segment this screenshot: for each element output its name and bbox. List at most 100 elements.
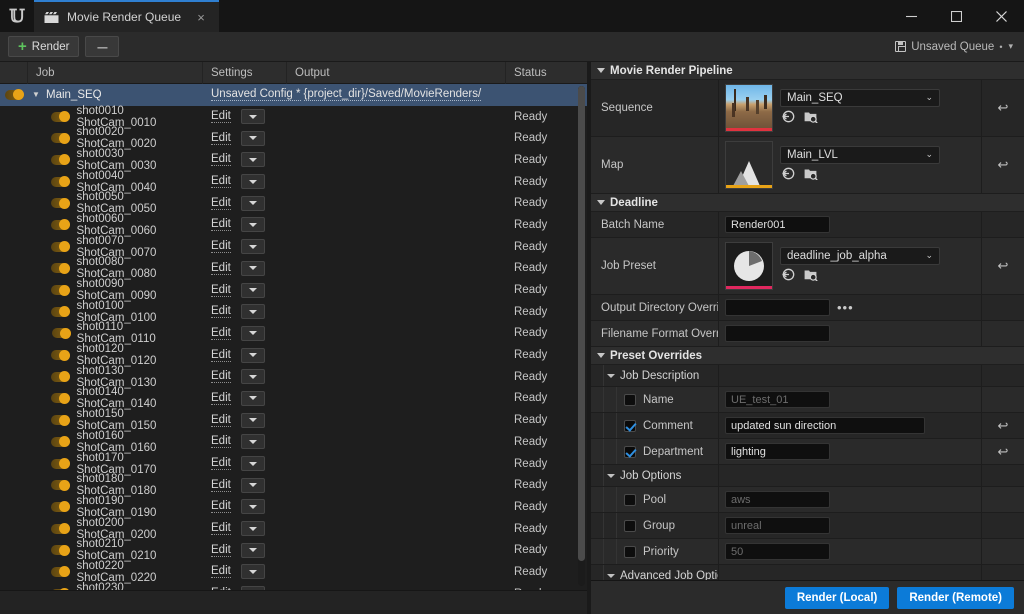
shot-settings-dropdown[interactable]: [241, 348, 265, 363]
job-row-shot[interactable]: shot0150 ShotCam_0150EditReady: [0, 409, 587, 431]
browse-asset-icon[interactable]: [782, 268, 795, 286]
job-row-shot[interactable]: shot0100 ShotCam_0100EditReady: [0, 301, 587, 323]
job-preset-dropdown[interactable]: deadline_job_alpha ⌄: [780, 247, 940, 265]
sequence-dropdown[interactable]: Main_SEQ ⌄: [780, 89, 940, 107]
shot-settings-dropdown[interactable]: [241, 283, 265, 298]
column-header-settings[interactable]: Settings: [203, 62, 287, 84]
shot-settings-dropdown[interactable]: [241, 152, 265, 167]
shot-edit-link[interactable]: Edit: [211, 327, 231, 340]
comment-input[interactable]: updated sun direction: [725, 417, 925, 434]
output-directory-browse-button[interactable]: •••: [837, 304, 854, 312]
job-enable-toggle[interactable]: [0, 84, 28, 106]
shot-edit-link[interactable]: Edit: [211, 392, 231, 405]
shot-enable-toggle[interactable]: [51, 545, 70, 555]
job-row-shot[interactable]: shot0070 ShotCam_0070EditReady: [0, 236, 587, 258]
shot-enable-toggle[interactable]: [51, 480, 70, 490]
batch-name-input[interactable]: Render001: [725, 216, 830, 233]
group-row-job-options[interactable]: Job Options: [591, 465, 1024, 487]
shot-enable-toggle[interactable]: [51, 198, 70, 208]
shot-edit-link[interactable]: Edit: [211, 414, 231, 427]
job-row-shot[interactable]: shot0040 ShotCam_0040EditReady: [0, 171, 587, 193]
render-add-button[interactable]: + Render: [8, 36, 79, 57]
priority-override-checkbox[interactable]: [624, 546, 636, 558]
job-row-shot[interactable]: shot0230 ShotCam_0230EditReady: [0, 583, 587, 590]
expand-collapse-icon[interactable]: ▼: [28, 90, 44, 99]
queue-save-status[interactable]: Unsaved Queue • ▾: [895, 41, 1014, 53]
find-in-content-browser-icon[interactable]: [804, 268, 818, 286]
shot-settings-dropdown[interactable]: [241, 131, 265, 146]
shot-edit-link[interactable]: Edit: [211, 349, 231, 362]
department-input[interactable]: lighting: [725, 443, 830, 460]
shot-settings-dropdown[interactable]: [241, 304, 265, 319]
shot-edit-link[interactable]: Edit: [211, 218, 231, 231]
map-revert-button[interactable]: ↩: [982, 137, 1024, 193]
minimize-button[interactable]: [889, 0, 934, 32]
job-row-shot[interactable]: shot0030 ShotCam_0030EditReady: [0, 149, 587, 171]
shot-enable-toggle[interactable]: [51, 133, 70, 143]
shot-edit-link[interactable]: Edit: [211, 153, 231, 166]
shot-edit-link[interactable]: Edit: [211, 500, 231, 513]
shot-enable-toggle[interactable]: [51, 350, 70, 360]
shot-edit-link[interactable]: Edit: [211, 435, 231, 448]
department-override-checkbox[interactable]: [624, 446, 636, 458]
shot-edit-link[interactable]: Edit: [211, 370, 231, 383]
render-remote-button[interactable]: Render (Remote): [897, 587, 1014, 609]
shot-edit-link[interactable]: Edit: [211, 110, 231, 123]
section-deadline[interactable]: Deadline: [591, 194, 1024, 212]
render-local-button[interactable]: Render (Local): [785, 587, 890, 609]
shot-settings-dropdown[interactable]: [241, 586, 265, 590]
shot-enable-toggle[interactable]: [51, 112, 70, 122]
toggle-switch-icon[interactable]: [5, 90, 24, 100]
shot-settings-dropdown[interactable]: [241, 239, 265, 254]
map-thumbnail[interactable]: [725, 141, 773, 189]
shot-enable-toggle[interactable]: [51, 220, 70, 230]
job-output-path-link[interactable]: {project_dir}/Saved/MovieRenders/: [304, 88, 482, 101]
shot-enable-toggle[interactable]: [51, 285, 70, 295]
shot-settings-dropdown[interactable]: [241, 391, 265, 406]
sequence-thumbnail[interactable]: [725, 84, 773, 132]
job-row-shot[interactable]: shot0110 ShotCam_0110EditReady: [0, 323, 587, 345]
job-row-shot[interactable]: shot0220 ShotCam_0220EditReady: [0, 561, 587, 583]
shot-enable-toggle[interactable]: [51, 437, 70, 447]
job-row-shot[interactable]: shot0130 ShotCam_0130EditReady: [0, 366, 587, 388]
column-header-status[interactable]: Status: [506, 62, 587, 84]
find-in-content-browser-icon[interactable]: [804, 110, 818, 128]
shot-settings-dropdown[interactable]: [241, 456, 265, 471]
shot-settings-dropdown[interactable]: [241, 413, 265, 428]
sequence-revert-button[interactable]: ↩: [982, 80, 1024, 136]
department-revert-button[interactable]: ↩: [982, 439, 1024, 464]
browse-asset-icon[interactable]: [782, 110, 795, 128]
shot-settings-dropdown[interactable]: [241, 326, 265, 341]
shot-enable-toggle[interactable]: [51, 155, 70, 165]
group-row-advanced-job-options[interactable]: Advanced Job Options: [591, 565, 1024, 580]
filename-format-override-input[interactable]: [725, 325, 830, 342]
shot-edit-link[interactable]: Edit: [211, 544, 231, 557]
shot-settings-dropdown[interactable]: [241, 217, 265, 232]
group-override-checkbox[interactable]: [624, 520, 636, 532]
pool-override-checkbox[interactable]: [624, 494, 636, 506]
job-row-parent[interactable]: ▼Main_SEQUnsaved Config *{project_dir}/S…: [0, 84, 587, 106]
name-input[interactable]: UE_test_01: [725, 391, 830, 408]
job-row-shot[interactable]: shot0140 ShotCam_0140EditReady: [0, 388, 587, 410]
find-in-content-browser-icon[interactable]: [804, 167, 818, 185]
shot-settings-dropdown[interactable]: [241, 434, 265, 449]
tab-movie-render-queue[interactable]: Movie Render Queue ×: [34, 0, 219, 32]
section-movie-render-pipeline[interactable]: Movie Render Pipeline: [591, 62, 1024, 80]
job-row-shot[interactable]: shot0120 ShotCam_0120EditReady: [0, 344, 587, 366]
job-row-shot[interactable]: shot0170 ShotCam_0170EditReady: [0, 453, 587, 475]
job-row-shot[interactable]: shot0190 ShotCam_0190EditReady: [0, 496, 587, 518]
shot-edit-link[interactable]: Edit: [211, 175, 231, 188]
shot-settings-dropdown[interactable]: [241, 543, 265, 558]
shot-settings-dropdown[interactable]: [241, 174, 265, 189]
comment-override-checkbox[interactable]: [624, 420, 636, 432]
shot-edit-link[interactable]: Edit: [211, 305, 231, 318]
job-list-scrollbar[interactable]: [578, 86, 585, 586]
job-row-shot[interactable]: shot0180 ShotCam_0180EditReady: [0, 474, 587, 496]
job-row-shot[interactable]: shot0090 ShotCam_0090EditReady: [0, 279, 587, 301]
job-row-shot[interactable]: shot0020 ShotCam_0020EditReady: [0, 127, 587, 149]
tab-close-icon[interactable]: ×: [193, 10, 209, 25]
job-row-shot[interactable]: shot0010 ShotCam_0010EditReady: [0, 106, 587, 128]
shot-enable-toggle[interactable]: [51, 567, 70, 577]
job-config-link[interactable]: Unsaved Config *: [211, 88, 301, 101]
section-preset-overrides[interactable]: Preset Overrides: [591, 347, 1024, 365]
